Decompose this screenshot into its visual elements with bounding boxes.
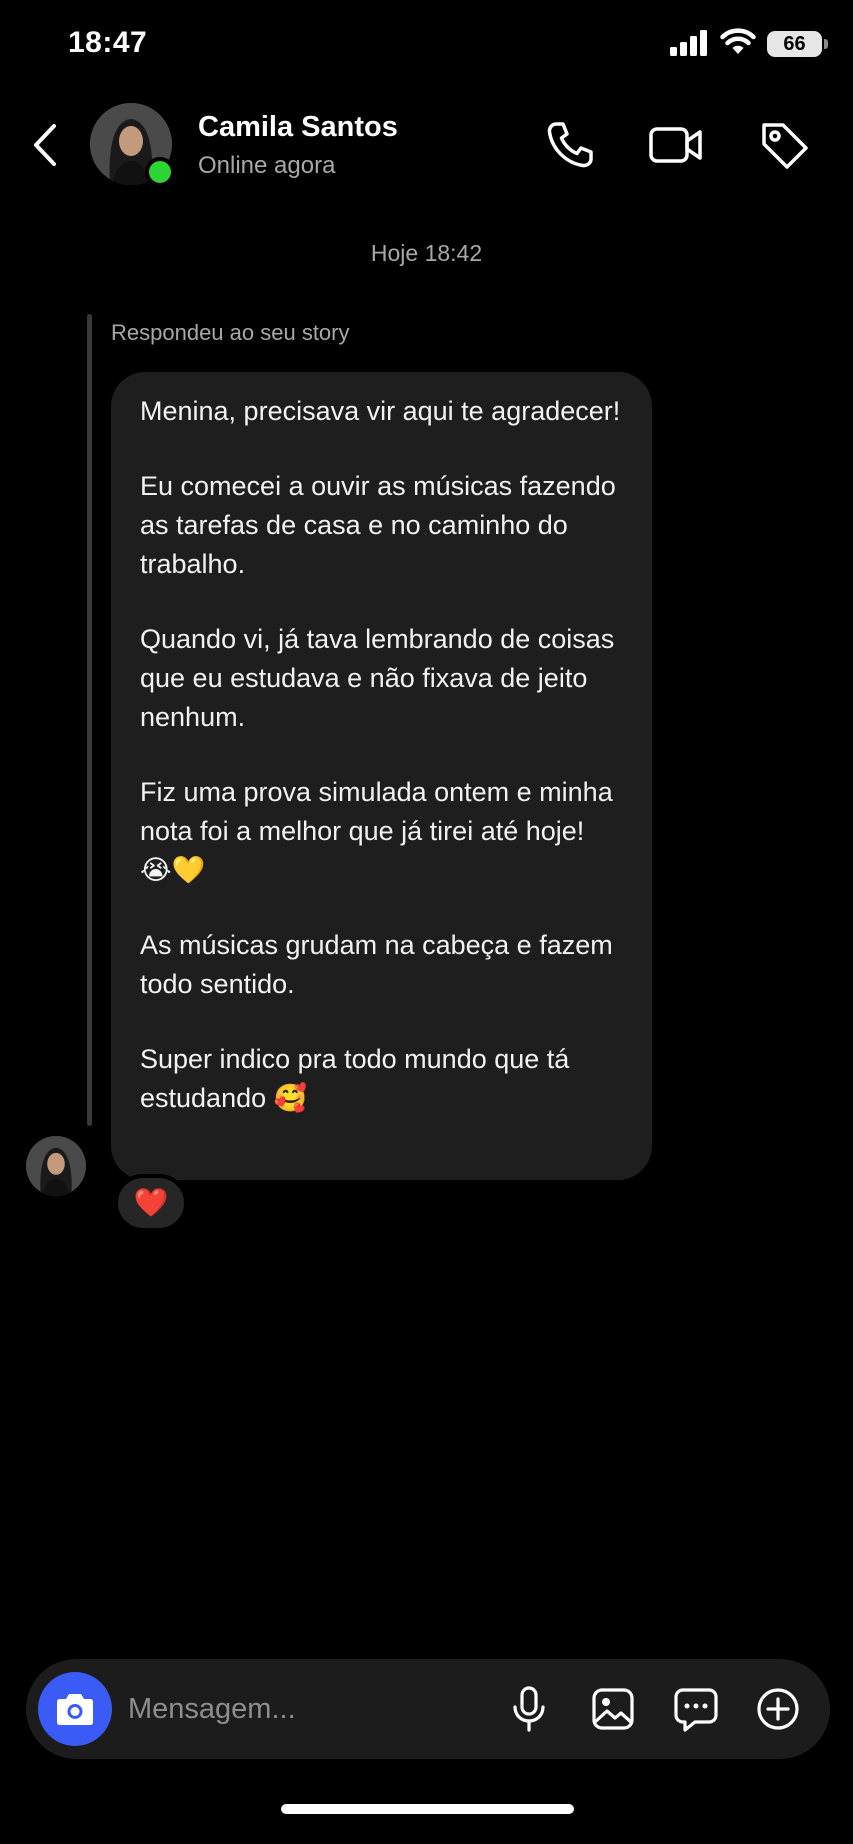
message-composer (26, 1659, 830, 1759)
wifi-icon (720, 28, 756, 54)
plus-circle-icon (757, 1688, 799, 1730)
camera-button[interactable] (38, 1672, 112, 1746)
story-reply-line (87, 314, 92, 1126)
tag-icon (762, 123, 808, 169)
chevron-left-icon (34, 124, 56, 166)
microphone-icon (513, 1686, 545, 1732)
camera-icon (57, 1694, 93, 1725)
sticker-button[interactable] (671, 1684, 721, 1734)
message-timestamp: Hoje 18:42 (370, 240, 483, 266)
contact-name[interactable]: Camila Santos (198, 111, 398, 144)
sender-avatar[interactable] (26, 1136, 86, 1196)
profile-photo-icon (26, 1136, 86, 1196)
chat-bubble-icon (674, 1688, 718, 1732)
signal-icon (670, 30, 707, 56)
voice-call-button[interactable] (542, 117, 598, 173)
phone-icon (547, 122, 593, 168)
status-bar: 18:47 66 (0, 0, 853, 90)
battery-indicator: 66 (767, 31, 822, 57)
battery-tip (824, 39, 828, 49)
story-reply-label: Respondeu ao seu story (111, 320, 350, 345)
message-paragraph: Menina, precisava vir aqui te agradecer! (140, 396, 621, 426)
message-bubble[interactable]: Menina, precisava vir aqui te agradecer!… (111, 372, 652, 1180)
message-paragraph: Fiz uma prova simulada ontem e minha not… (140, 777, 613, 885)
message-paragraph: Eu comecei a ouvir as músicas fazendo as… (140, 471, 616, 579)
chat-screen: 18:47 66 Camila Santos Online agora Hoje… (0, 0, 853, 1844)
label-tag-button[interactable] (756, 117, 812, 173)
video-camera-icon (649, 127, 702, 163)
video-call-button[interactable] (648, 117, 704, 173)
gallery-button[interactable] (588, 1684, 638, 1734)
home-indicator[interactable] (281, 1804, 574, 1814)
image-icon (592, 1688, 634, 1730)
back-button[interactable] (26, 120, 66, 170)
contact-status: Online agora (198, 152, 336, 179)
more-options-button[interactable] (753, 1684, 803, 1734)
message-input[interactable] (128, 1684, 508, 1734)
online-status-dot (145, 157, 175, 187)
heart-reaction[interactable]: ❤️ (114, 1174, 188, 1232)
message-paragraph: Super indico pra todo mundo que tá estud… (140, 1044, 570, 1113)
chat-header: Camila Santos Online agora (0, 95, 853, 195)
message-paragraph: Quando vi, já tava lembrando de coisas q… (140, 624, 615, 732)
status-time: 18:47 (68, 26, 148, 59)
voice-message-button[interactable] (504, 1684, 554, 1734)
message-paragraph: As músicas grudam na cabeça e fazem todo… (140, 930, 613, 999)
